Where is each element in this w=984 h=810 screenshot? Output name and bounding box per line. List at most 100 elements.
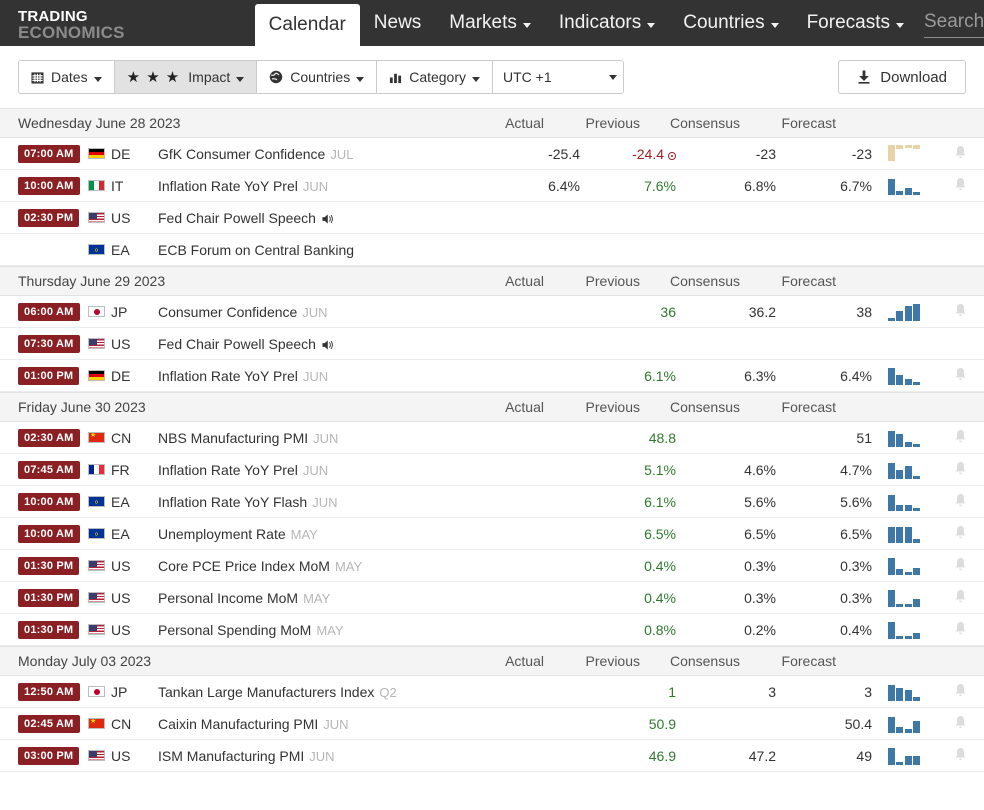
bell-icon[interactable] [954,557,967,575]
event-sparkline-cell[interactable] [872,303,936,321]
nav-item-calendar[interactable]: Calendar [254,4,360,46]
bell-icon[interactable] [954,621,967,639]
event-alert-cell[interactable] [936,525,984,543]
event-name-cell[interactable]: Personal Spending MoM MAY [158,622,498,638]
download-button[interactable]: Download [838,60,966,94]
event-name-cell[interactable]: Fed Chair Powell Speech [158,336,498,352]
nav-item-indicators[interactable]: Indicators [545,0,669,46]
timezone-select[interactable]: UTC +1 [503,69,608,85]
countries-filter-button[interactable]: Countries [257,61,378,93]
calendar-event-row[interactable]: 02:45 AM CN Caixin Manufacturing PMI JUN 50.… [0,708,984,740]
event-name-link[interactable]: Personal Spending MoM [158,622,311,638]
calendar-event-row[interactable]: 01:30 PM US Personal Income MoM MAY 0.4% 0.3%… [0,582,984,614]
event-alert-cell[interactable] [936,177,984,195]
event-sparkline-cell[interactable] [872,144,936,163]
event-sparkline-cell[interactable] [872,683,936,701]
event-name-link[interactable]: Fed Chair Powell Speech [158,210,316,226]
event-sparkline-cell[interactable] [872,621,936,639]
bell-icon[interactable] [954,589,967,607]
nav-item-countries[interactable]: Countries [669,0,792,46]
search-input[interactable] [924,8,984,38]
bell-icon[interactable] [954,493,967,511]
event-sparkline-cell[interactable] [872,715,936,733]
bell-icon[interactable] [954,715,967,733]
bell-icon[interactable] [954,461,967,479]
event-alert-cell[interactable] [936,367,984,385]
event-alert-cell[interactable] [936,303,984,321]
event-alert-cell[interactable] [936,621,984,639]
calendar-event-row[interactable]: 01:00 PM DE Inflation Rate YoY Prel JUN 6.1%… [0,360,984,392]
nav-item-forecasts[interactable]: Forecasts [793,0,918,46]
event-sparkline-cell[interactable] [872,429,936,447]
event-name-link[interactable]: Core PCE Price Index MoM [158,558,330,574]
calendar-event-row[interactable]: 02:30 AM CN NBS Manufacturing PMI JUN 48.8 51 [0,422,984,454]
event-sparkline-cell[interactable] [872,177,936,195]
event-name-link[interactable]: Inflation Rate YoY Prel [158,462,298,478]
bell-icon[interactable] [954,683,967,701]
calendar-event-row[interactable]: 07:30 AM US Fed Chair Powell Speech [0,328,984,360]
event-alert-cell[interactable] [936,145,984,163]
event-alert-cell[interactable] [936,493,984,511]
event-name-link[interactable]: Caixin Manufacturing PMI [158,716,318,732]
event-alert-cell[interactable] [936,683,984,701]
event-name-cell[interactable]: Unemployment Rate MAY [158,526,498,542]
timezone-select-container[interactable]: UTC +1 [493,61,624,93]
event-name-link[interactable]: Inflation Rate YoY Flash [158,494,307,510]
event-sparkline-cell[interactable] [872,589,936,607]
event-alert-cell[interactable] [936,461,984,479]
event-sparkline-cell[interactable] [872,461,936,479]
event-name-link[interactable]: Tankan Large Manufacturers Index [158,684,374,700]
event-name-link[interactable]: NBS Manufacturing PMI [158,430,308,446]
impact-filter-button[interactable]: ★ ★ ★ Impact [114,61,258,93]
event-name-cell[interactable]: Fed Chair Powell Speech [158,210,498,226]
event-name-link[interactable]: Inflation Rate YoY Prel [158,368,298,384]
bell-icon[interactable] [954,303,967,321]
calendar-event-row[interactable]: 10:00 AM EA Unemployment RateMAY 6.5% 6.5% 6.… [0,518,984,550]
event-name-link[interactable]: Inflation Rate YoY Prel [158,178,298,194]
category-filter-button[interactable]: Category [377,61,494,93]
bell-icon[interactable] [954,367,967,385]
event-name-link[interactable]: ECB Forum on Central Banking [158,242,354,258]
event-name-link[interactable]: GfK Consumer Confidence [158,146,325,162]
calendar-event-row[interactable]: 10:00 AM IT Inflation Rate YoY Prel JUN 6.4%… [0,170,984,202]
site-logo[interactable]: TRADING ECONOMICS [0,0,255,46]
event-name-cell[interactable]: Inflation Rate YoY Flash JUN [158,494,498,510]
event-name-cell[interactable]: Inflation Rate YoY Prel JUN [158,368,498,384]
event-name-cell[interactable]: Consumer Confidence JUN [158,304,498,320]
event-alert-cell[interactable] [936,557,984,575]
calendar-event-row[interactable]: 02:30 PM US Fed Chair Powell Speech [0,202,984,234]
event-name-link[interactable]: Personal Income MoM [158,590,298,606]
calendar-event-row[interactable]: 01:30 PM US Personal Spending MoM MAY 0.8% 0.… [0,614,984,646]
calendar-event-row[interactable]: EA ECB Forum on Central Banking [0,234,984,266]
calendar-event-row[interactable]: 12:50 AM JP Tankan Large Manufacturers Ind… [0,676,984,708]
bell-icon[interactable] [954,177,967,195]
calendar-event-row[interactable]: 03:00 PM US ISM Manufacturing PMI JUN 46.9 47… [0,740,984,772]
event-name-cell[interactable]: Inflation Rate YoY Prel JUN [158,178,498,194]
calendar-event-row[interactable]: 10:00 AM EA Inflation Rate YoY Flash JUN 6.1… [0,486,984,518]
nav-item-markets[interactable]: Markets [435,0,545,46]
event-sparkline-cell[interactable] [872,525,936,543]
calendar-event-row[interactable]: 01:30 PM US Core PCE Price Index MoM MAY 0.4… [0,550,984,582]
event-name-cell[interactable]: ISM Manufacturing PMI JUN [158,748,498,764]
calendar-event-row[interactable]: 06:00 AM JP Consumer Confidence JUN 36 36.2 38 [0,296,984,328]
event-name-link[interactable]: Fed Chair Powell Speech [158,336,316,352]
event-sparkline-cell[interactable] [872,493,936,511]
event-name-cell[interactable]: Caixin Manufacturing PMI JUN [158,716,498,732]
calendar-event-row[interactable]: 07:45 AM FR Inflation Rate YoY Prel JUN 5.1%… [0,454,984,486]
event-name-link[interactable]: Unemployment Rate [158,526,286,542]
bell-icon[interactable] [954,747,967,765]
event-alert-cell[interactable] [936,589,984,607]
dates-filter-button[interactable]: Dates [19,61,115,93]
event-name-cell[interactable]: Inflation Rate YoY Prel JUN [158,462,498,478]
calendar-event-row[interactable]: 07:00 AM DE GfK Consumer Confidence JUL -25.… [0,138,984,170]
event-name-cell[interactable]: NBS Manufacturing PMI JUN [158,430,498,446]
event-name-link[interactable]: ISM Manufacturing PMI [158,748,304,764]
event-sparkline-cell[interactable] [872,367,936,385]
bell-icon[interactable] [954,145,967,163]
event-sparkline-cell[interactable] [872,747,936,765]
event-alert-cell[interactable] [936,429,984,447]
event-sparkline-cell[interactable] [872,557,936,575]
nav-item-news[interactable]: News [360,0,436,46]
event-alert-cell[interactable] [936,715,984,733]
event-name-cell[interactable]: Tankan Large Manufacturers Index Q2 [158,684,498,700]
